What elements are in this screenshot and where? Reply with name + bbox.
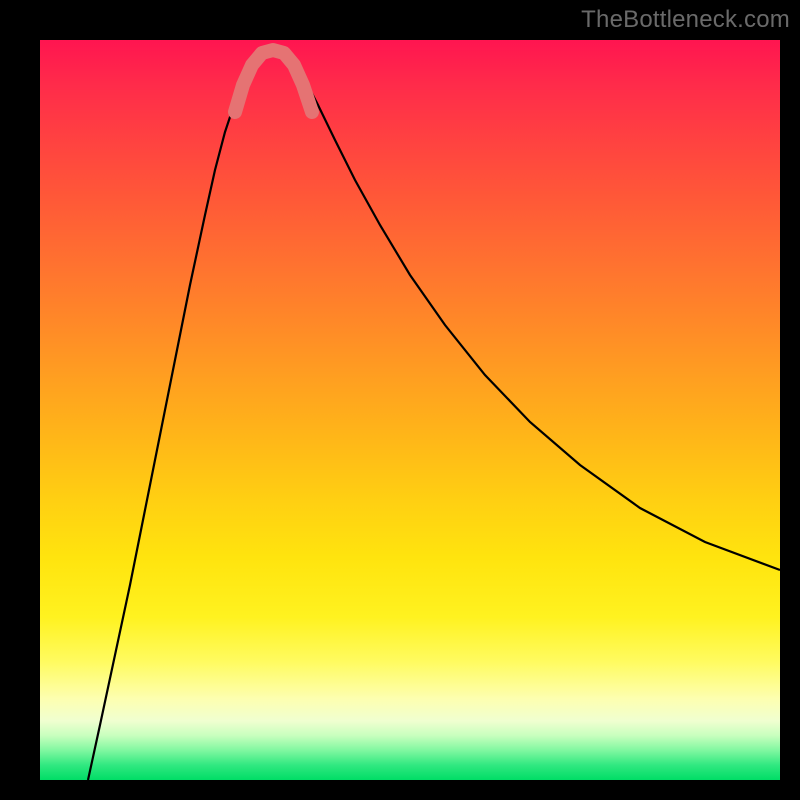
pink-trough	[235, 50, 312, 112]
black-curve-left	[88, 64, 250, 780]
chart-svg	[40, 40, 780, 780]
watermark-text: TheBottleneck.com	[581, 6, 790, 34]
chart-frame: TheBottleneck.com	[0, 0, 800, 800]
plot-area	[40, 40, 780, 780]
black-curve-right	[296, 64, 780, 570]
